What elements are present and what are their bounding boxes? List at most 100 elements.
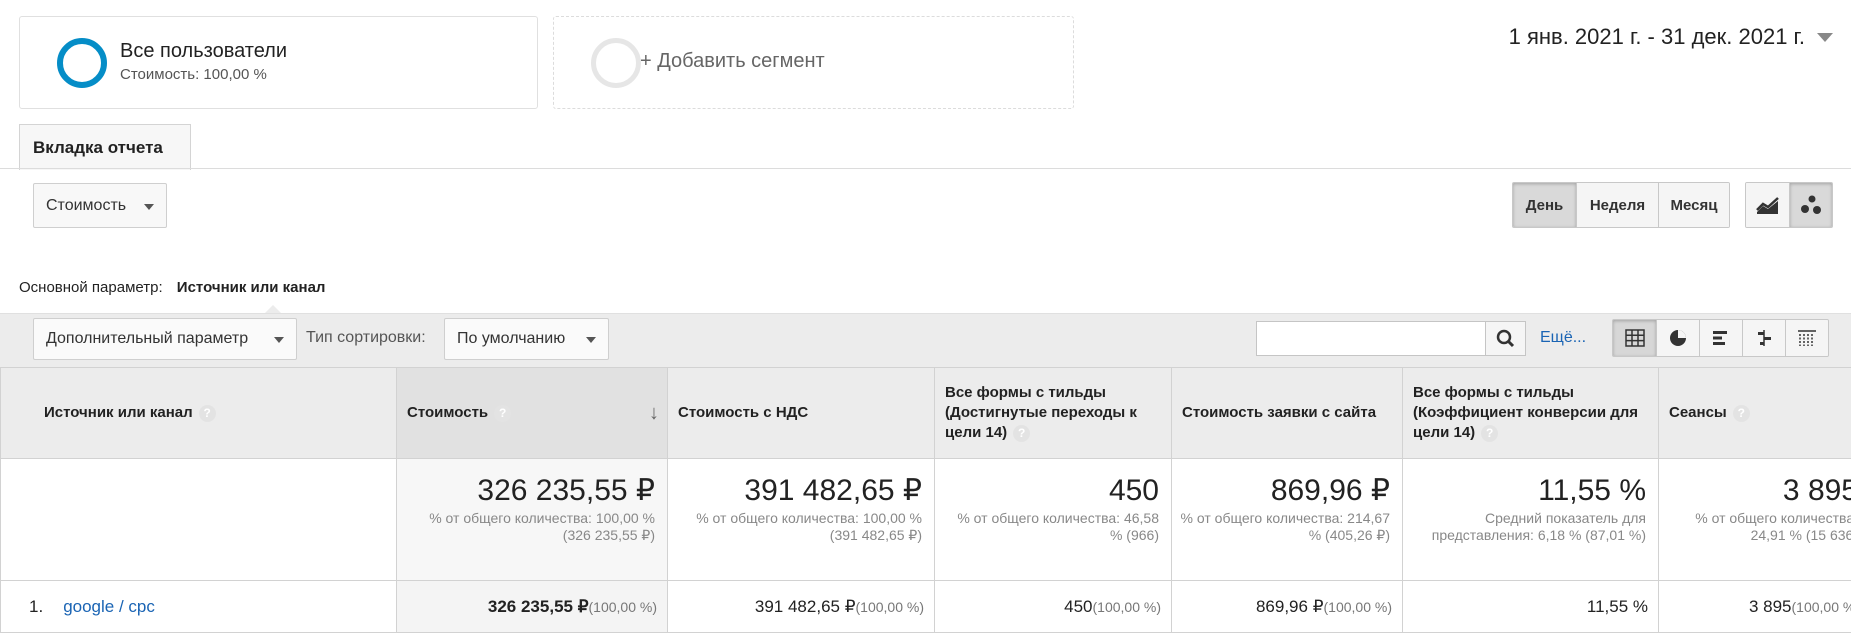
- chevron-down-icon: [144, 203, 154, 210]
- cell-percent: (100,00 %): [1791, 598, 1851, 615]
- help-icon[interactable]: ?: [1013, 424, 1031, 442]
- cell-value: 391 482,65 ₽: [754, 596, 856, 616]
- sort-type-dropdown[interactable]: По умолчанию: [444, 318, 609, 360]
- total-value: 869,96 ₽: [1270, 474, 1390, 507]
- search-button[interactable]: [1485, 322, 1525, 355]
- table-view-toggle: [1612, 319, 1829, 357]
- performance-view-button[interactable]: [1699, 320, 1742, 356]
- data-cell: 391 482,65 ₽(100,00 %): [667, 580, 935, 633]
- column-header-cost-vat[interactable]: Стоимость с НДС: [667, 367, 935, 459]
- date-range-label: 1 янв. 2021 г. - 31 дек. 2021 г.: [1508, 24, 1805, 49]
- column-header-lead-cost[interactable]: Стоимость заявки с сайта: [1171, 367, 1403, 459]
- primary-dimension-label: Основной параметр:: [19, 279, 163, 296]
- source-link[interactable]: google / cpc: [63, 597, 155, 616]
- table-header-row: Источник или канал? Стоимость? ↓ Стоимост…: [0, 367, 1851, 459]
- total-note: % от общего количества: 100,00 % (326 23…: [429, 510, 655, 543]
- report-table: Источник или канал? Стоимость? ↓ Стоимост…: [0, 367, 1851, 633]
- bubble-chart-icon: [1801, 195, 1821, 214]
- comparison-view-button[interactable]: [1742, 320, 1785, 356]
- totals-row: 326 235,55 ₽% от общего количества: 100,…: [0, 458, 1851, 581]
- cell-value: 450: [1064, 596, 1093, 616]
- line-chart-icon: [1755, 197, 1779, 214]
- metric-selector[interactable]: Стоимость: [33, 183, 167, 228]
- help-icon[interactable]: ?: [1481, 424, 1499, 442]
- day-button[interactable]: День: [1513, 183, 1576, 227]
- total-note: Средний показатель для представления: 6,…: [1431, 510, 1646, 543]
- primary-dimension-value[interactable]: Источник или канал: [177, 279, 326, 296]
- chart-type-toggle: [1745, 182, 1833, 228]
- metric-selector-label: Стоимость: [46, 196, 127, 214]
- help-icon[interactable]: ?: [1732, 404, 1750, 422]
- total-value: 11,55 %: [1538, 474, 1646, 507]
- help-icon[interactable]: ?: [198, 404, 216, 422]
- date-range-picker[interactable]: 1 янв. 2021 г. - 31 дек. 2021 г.: [1509, 24, 1833, 50]
- percentage-view-button[interactable]: [1656, 320, 1699, 356]
- column-header-goal-completions[interactable]: Все формы с тильды (Достигнутые переходы…: [934, 367, 1172, 459]
- advanced-filter-link[interactable]: Ещё...: [1540, 329, 1586, 347]
- line-chart-button[interactable]: [1746, 183, 1789, 227]
- help-icon[interactable]: ?: [494, 404, 512, 422]
- total-cell: 450% от общего количества: 46,58 % (966): [934, 458, 1172, 581]
- cell-percent: (100,00 %): [1323, 598, 1392, 615]
- total-value: 326 235,55 ₽: [477, 474, 655, 507]
- segment-subtitle: Стоимость: 100,00 %: [120, 66, 267, 83]
- sort-desc-icon: ↓: [649, 402, 659, 424]
- cell-value: 11,55 %: [1586, 596, 1648, 616]
- cell-percent: (100,00 %): [855, 598, 924, 615]
- data-cell: 11,55 %: [1402, 580, 1659, 633]
- row-index: 1.: [29, 596, 44, 616]
- column-header-source[interactable]: Источник или канал?: [0, 367, 397, 459]
- segment-ring-icon: [57, 38, 107, 88]
- cell-value: 326 235,55 ₽: [487, 596, 589, 616]
- add-segment-label: + Добавить сегмент: [640, 50, 825, 72]
- total-value: 450: [1108, 474, 1159, 507]
- table-search: [1256, 321, 1526, 356]
- column-header-sessions[interactable]: Сеансы?: [1658, 367, 1851, 459]
- total-cell: 869,96 ₽% от общего количества: 214,67 %…: [1171, 458, 1403, 581]
- total-cell: 11,55 % Средний показатель для представле…: [1402, 458, 1659, 581]
- column-header-cost[interactable]: Стоимость? ↓: [396, 367, 668, 459]
- total-value: 391 482,65 ₽: [744, 474, 922, 507]
- pivot-icon: [1798, 330, 1816, 346]
- data-cell: 326 235,55 ₽(100,00 %): [396, 580, 668, 633]
- data-view-button[interactable]: [1613, 320, 1656, 356]
- data-cell: 450(100,00 %): [934, 580, 1172, 633]
- comparison-icon: [1758, 330, 1771, 346]
- chevron-down-icon: [274, 337, 284, 343]
- add-segment-card[interactable]: + Добавить сегмент: [553, 16, 1074, 109]
- total-cell: 391 482,65 ₽% от общего количества: 100,…: [667, 458, 935, 581]
- motion-chart-button[interactable]: [1789, 183, 1832, 227]
- tab-divider: [0, 168, 1851, 169]
- segment-title: Все пользователи: [120, 40, 288, 62]
- cell-value: 3 895: [1748, 596, 1792, 616]
- table-row: 1. google / cpc 326 235,55 ₽(100,00 %) 39…: [0, 580, 1851, 633]
- data-cell: 3 895(100,00 %): [1658, 580, 1851, 633]
- data-cell: 869,96 ₽(100,00 %): [1171, 580, 1403, 633]
- secondary-dimension-label: Дополнительный параметр: [46, 330, 249, 347]
- cell-percent: (100,00 %): [1092, 598, 1161, 615]
- total-value: 3 895: [1782, 474, 1851, 507]
- pivot-view-button[interactable]: [1785, 320, 1828, 356]
- sort-type-value: По умолчанию: [457, 330, 566, 347]
- total-cell: 326 235,55 ₽% от общего количества: 100,…: [396, 458, 668, 581]
- search-input[interactable]: [1257, 322, 1483, 355]
- search-icon: [1496, 329, 1515, 348]
- bar-list-icon: [1713, 331, 1727, 345]
- source-cell: 1. google / cpc: [0, 580, 397, 633]
- period-toggle: День Неделя Месяц: [1512, 182, 1730, 228]
- total-note: % от общего количества: 100,00 % (391 48…: [696, 510, 922, 543]
- segment-card-all-users[interactable]: Все пользователи Стоимость: 100,00 %: [19, 16, 538, 109]
- total-note: % от общего количества: 46,58 % (966): [957, 510, 1159, 543]
- cell-percent: (100,00 %): [588, 598, 657, 615]
- sort-type-label: Тип сортировки:: [306, 329, 426, 346]
- total-note: % от общего количества: 24,91 % (15 636): [1695, 510, 1851, 543]
- week-button[interactable]: Неделя: [1576, 183, 1658, 227]
- column-header-conversion-rate[interactable]: Все формы с тильды (Коэффициент конверси…: [1402, 367, 1659, 459]
- add-segment-ring-icon: [591, 38, 641, 88]
- month-button[interactable]: Месяц: [1658, 183, 1729, 227]
- primary-dimension: Основной параметр: Источник или канал: [19, 279, 325, 296]
- chevron-down-icon: [1817, 32, 1833, 42]
- tab-report[interactable]: Вкладка отчета: [19, 124, 191, 170]
- total-note: % от общего количества: 214,67 % (405,26…: [1180, 510, 1390, 543]
- secondary-dimension-dropdown[interactable]: Дополнительный параметр: [33, 318, 297, 360]
